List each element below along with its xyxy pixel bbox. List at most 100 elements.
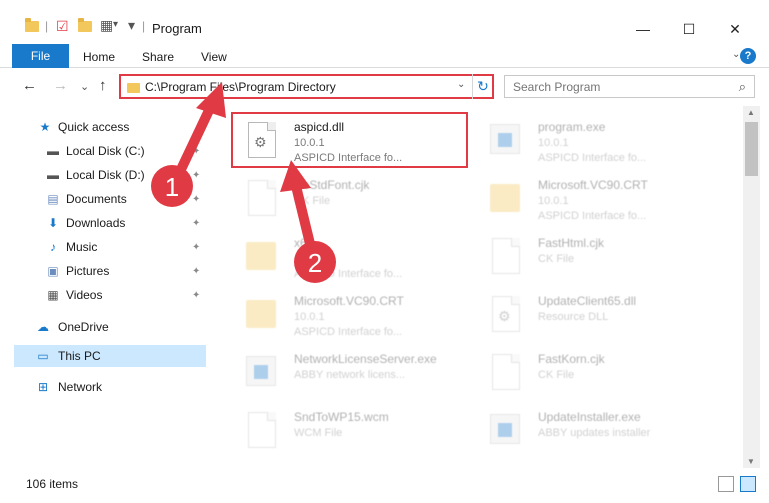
sidebar-item-this-pc[interactable]: ▭ This PC <box>14 345 206 367</box>
new-folder-icon[interactable] <box>78 18 92 32</box>
separator: | <box>142 19 146 33</box>
address-path[interactable]: C:\Program Files\Program Directory <box>145 80 336 94</box>
sidebar-item-label: This PC <box>58 349 101 363</box>
quick-access-folder-icon[interactable] <box>25 18 39 32</box>
view-options-icon[interactable]: ▦ <box>100 17 113 34</box>
file-item[interactable]: x64 10.0.1 ASPICD Interface fo... <box>232 228 472 284</box>
sidebar-item-downloads[interactable]: ⬇ Downloads ✦ <box>14 212 206 234</box>
file-type: CK File <box>538 253 575 265</box>
pin-icon: ✦ <box>192 217 201 229</box>
pin-icon: ✦ <box>192 265 201 277</box>
properties-icon[interactable]: ☑ <box>56 18 69 35</box>
sidebar-item-local-disk-c[interactable]: ▬ Local Disk (C:) ✦ <box>14 140 206 162</box>
maximize-button[interactable]: ☐ <box>666 15 712 43</box>
back-button[interactable]: ← <box>22 77 37 94</box>
file-item[interactable]: Microsoft.VC90.CRT 10.0.1 ASPICD Interfa… <box>476 170 716 226</box>
title-bar: | ☑ ▦ ▾ ▾ | Program — ☐ ✕ <box>0 0 769 44</box>
tab-share[interactable]: Share <box>142 50 174 64</box>
sidebar-item-label: Local Disk (C:) <box>66 144 145 158</box>
file-item[interactable]: SndToWP15.wcm WCM File <box>232 402 472 458</box>
sidebar-item-label: Quick access <box>58 120 130 134</box>
address-dropdown-icon[interactable]: ⌄ <box>457 79 465 90</box>
folder-file-icon <box>490 178 522 218</box>
file-type: CK File <box>294 195 331 207</box>
file-description: ASPICD Interface fo... <box>294 268 403 280</box>
customize-toolbar-icon[interactable]: ▾ <box>128 17 135 34</box>
file-item[interactable]: UpdateInstaller.exe ABBY updates install… <box>476 402 716 458</box>
file-name: Microsoft.VC90.CRT <box>538 178 648 192</box>
pin-icon: ✦ <box>192 289 201 301</box>
exe-icon <box>490 120 522 160</box>
tab-view[interactable]: View <box>201 50 227 64</box>
file-description: ASPICD Interface fo... <box>538 210 647 222</box>
recent-locations-icon[interactable]: ⌄ <box>80 80 89 93</box>
file-name: Microsoft.VC90.CRT <box>294 294 404 308</box>
file-version: 10.0.1 <box>294 311 325 323</box>
file-name: UpdateInstaller.exe <box>538 410 641 424</box>
details-view-icon[interactable] <box>718 476 734 492</box>
address-bar[interactable]: C:\Program Files\Program Directory ⌄ ↻ <box>119 74 494 99</box>
search-icon[interactable]: ⌕ <box>739 79 746 95</box>
scroll-thumb[interactable] <box>745 122 758 176</box>
file-item[interactable]: FastKorn.cjk CK File <box>476 344 716 400</box>
refresh-button[interactable]: ↻ <box>472 74 493 99</box>
videos-icon: ▦ <box>47 288 59 302</box>
dll-gear-icon: ⚙ <box>490 294 522 334</box>
file-type: Resource DLL <box>538 311 609 323</box>
file-item[interactable]: program.exe 10.0.1 ASPICD Interface fo..… <box>476 112 716 168</box>
large-icons-view-icon[interactable] <box>740 476 756 492</box>
file-name: FastHtml.cjk <box>538 236 604 250</box>
sidebar-item-label: Videos <box>66 288 103 302</box>
cloud-icon: ☁ <box>37 320 49 334</box>
file-version: 10.0.1 <box>538 137 569 149</box>
sidebar-item-videos[interactable]: ▦ Videos ✦ <box>14 284 206 306</box>
file-icon <box>490 236 522 276</box>
navigation-pane: ★ Quick access ▬ Local Disk (C:) ✦ ▬ Loc… <box>0 106 210 468</box>
sidebar-item-music[interactable]: ♪ Music ✦ <box>14 236 206 258</box>
file-item[interactable]: CoStdFont.cjk CK File <box>232 170 472 226</box>
documents-icon: ▤ <box>47 192 59 206</box>
sidebar-item-documents[interactable]: ▤ Documents ✦ <box>14 188 206 210</box>
file-description: ASPICD Interface fo... <box>294 326 403 338</box>
file-icon <box>490 352 522 392</box>
sidebar-item-label: Local Disk (D:) <box>66 168 145 182</box>
file-description: ABBY network licens... <box>294 369 406 381</box>
pictures-icon: ▣ <box>47 264 59 278</box>
file-name: UpdateClient65.dll <box>538 294 637 308</box>
ribbon-bar <box>0 44 769 68</box>
help-icon[interactable]: ? <box>740 48 756 64</box>
star-icon: ★ <box>39 120 51 134</box>
qa-dropdown-icon[interactable]: ▾ <box>113 19 118 30</box>
close-button[interactable]: ✕ <box>712 15 758 43</box>
file-version: 10.0.1 <box>538 195 569 207</box>
pin-icon: ✦ <box>192 193 201 205</box>
forward-button[interactable]: → <box>53 77 68 94</box>
file-name: NetworkLicenseServer.exe <box>294 352 437 366</box>
sidebar-item-quick-access[interactable]: ★ Quick access <box>14 116 206 138</box>
tab-file[interactable]: File <box>12 44 69 68</box>
file-item[interactable]: ⚙ UpdateClient65.dll Resource DLL <box>476 286 716 342</box>
search-box[interactable]: ⌕ <box>504 75 755 98</box>
vertical-scrollbar[interactable]: ▲ ▼ <box>743 106 760 468</box>
file-icon <box>246 178 278 218</box>
tab-home[interactable]: Home <box>83 50 115 64</box>
file-item[interactable]: Microsoft.VC90.CRT 10.0.1 ASPICD Interfa… <box>232 286 472 342</box>
sidebar-item-pictures[interactable]: ▣ Pictures ✦ <box>14 260 206 282</box>
search-input[interactable] <box>513 79 723 95</box>
sidebar-item-onedrive[interactable]: ☁ OneDrive <box>14 316 206 338</box>
file-item[interactable]: NetworkLicenseServer.exe ABBY network li… <box>232 344 472 400</box>
file-description: ASPICD Interface fo... <box>538 152 647 164</box>
scroll-down-icon[interactable]: ▼ <box>747 457 755 466</box>
file-type: CK File <box>538 369 575 381</box>
minimize-button[interactable]: — <box>620 15 666 43</box>
scroll-up-icon[interactable]: ▲ <box>747 108 755 117</box>
up-button[interactable]: ↑ <box>99 77 107 94</box>
folder-file-icon <box>246 294 278 334</box>
sidebar-item-label: OneDrive <box>58 320 109 334</box>
exe-icon <box>490 410 522 450</box>
sidebar-item-local-disk-d[interactable]: ▬ Local Disk (D:) ✦ <box>14 164 206 186</box>
file-name: FastKorn.cjk <box>538 352 605 366</box>
file-item[interactable]: FastHtml.cjk CK File <box>476 228 716 284</box>
sidebar-item-label: Downloads <box>66 216 126 230</box>
sidebar-item-network[interactable]: ⊞ Network <box>14 376 206 398</box>
